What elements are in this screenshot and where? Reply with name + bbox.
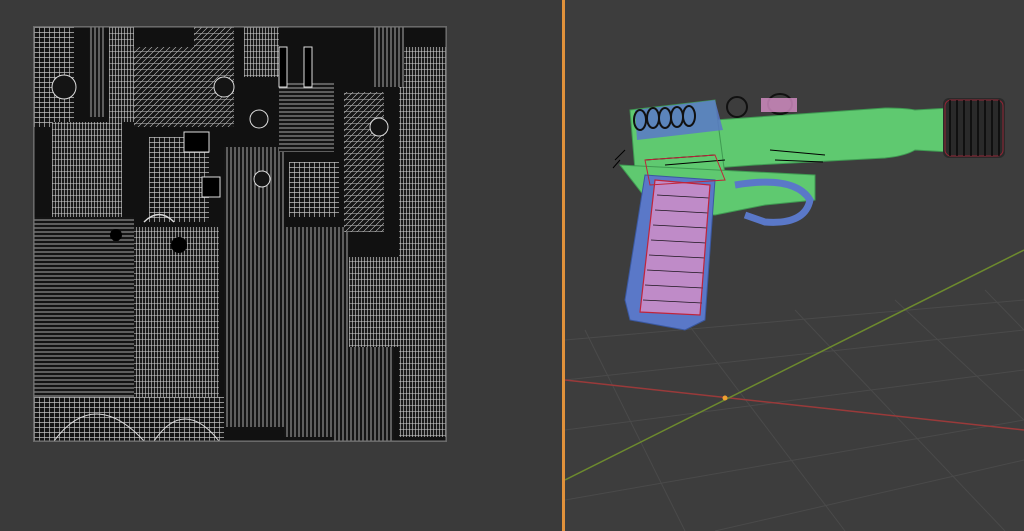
uv-editor-panel[interactable] (0, 0, 562, 531)
uv-islands-wireframe (34, 27, 446, 441)
3d-viewport-panel[interactable] (565, 0, 1024, 531)
origin-point (722, 395, 728, 401)
uv-layout-canvas[interactable] (33, 26, 447, 442)
viewport-scene (565, 0, 1024, 531)
